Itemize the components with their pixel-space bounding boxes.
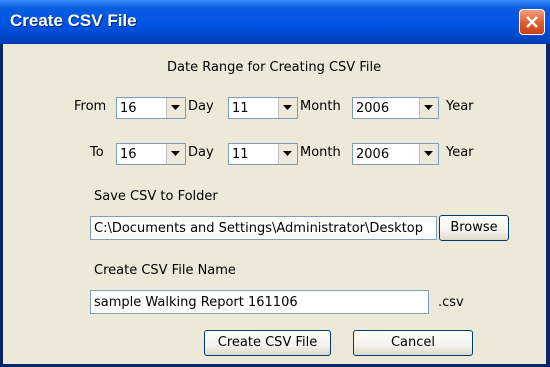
window-title: Create CSV File (10, 11, 137, 30)
folder-label: Save CSV to Folder (94, 189, 218, 204)
browse-button[interactable]: Browse (439, 215, 509, 241)
dropdown-button[interactable] (419, 98, 438, 118)
chevron-down-icon (424, 105, 433, 110)
dropdown-button[interactable] (278, 144, 297, 164)
from-month-select[interactable]: 11 (228, 97, 298, 119)
from-year-unit: Year (446, 99, 474, 114)
to-year-unit: Year (446, 145, 474, 160)
from-label: From (74, 99, 107, 114)
date-range-heading: Date Range for Creating CSV File (167, 60, 382, 75)
dropdown-button[interactable] (278, 98, 297, 118)
dropdown-button[interactable] (419, 144, 438, 164)
chevron-down-icon (283, 105, 292, 110)
to-year-value: 2006 (356, 147, 390, 162)
title-bar[interactable]: Create CSV File (0, 0, 550, 44)
dropdown-button[interactable] (166, 98, 185, 118)
chevron-down-icon (171, 105, 180, 110)
close-button[interactable] (519, 9, 545, 35)
dropdown-button[interactable] (166, 144, 185, 164)
from-month-unit: Month (300, 99, 341, 114)
chevron-down-icon (283, 151, 292, 156)
filename-label: Create CSV File Name (94, 263, 236, 278)
to-day-unit: Day (188, 145, 214, 160)
to-label: To (90, 145, 104, 160)
cancel-button[interactable]: Cancel (353, 330, 473, 356)
from-year-value: 2006 (356, 101, 390, 116)
filename-value: sample Walking Report 161106 (94, 295, 298, 310)
to-month-select[interactable]: 11 (228, 143, 298, 165)
from-day-value: 16 (120, 101, 137, 116)
folder-path-value: C:\Documents and Settings\Administrator\… (94, 221, 423, 236)
filename-input[interactable]: sample Walking Report 161106 (90, 290, 429, 314)
from-day-unit: Day (188, 99, 214, 114)
to-year-select[interactable]: 2006 (352, 143, 439, 165)
dialog-window: Create CSV File Date Range for Creating … (0, 0, 550, 367)
close-icon (526, 16, 538, 28)
to-day-select[interactable]: 16 (116, 143, 186, 165)
chevron-down-icon (424, 151, 433, 156)
chevron-down-icon (171, 151, 180, 156)
to-day-value: 16 (120, 147, 137, 162)
from-day-select[interactable]: 16 (116, 97, 186, 119)
folder-path-input[interactable]: C:\Documents and Settings\Administrator\… (90, 216, 437, 240)
to-month-value: 11 (232, 147, 249, 162)
from-year-select[interactable]: 2006 (352, 97, 439, 119)
to-month-unit: Month (300, 145, 341, 160)
dialog-body: Date Range for Creating CSV File From 16… (3, 44, 546, 364)
csv-extension-label: .csv (438, 295, 464, 310)
from-month-value: 11 (232, 101, 249, 116)
create-csv-button[interactable]: Create CSV File (204, 330, 331, 356)
